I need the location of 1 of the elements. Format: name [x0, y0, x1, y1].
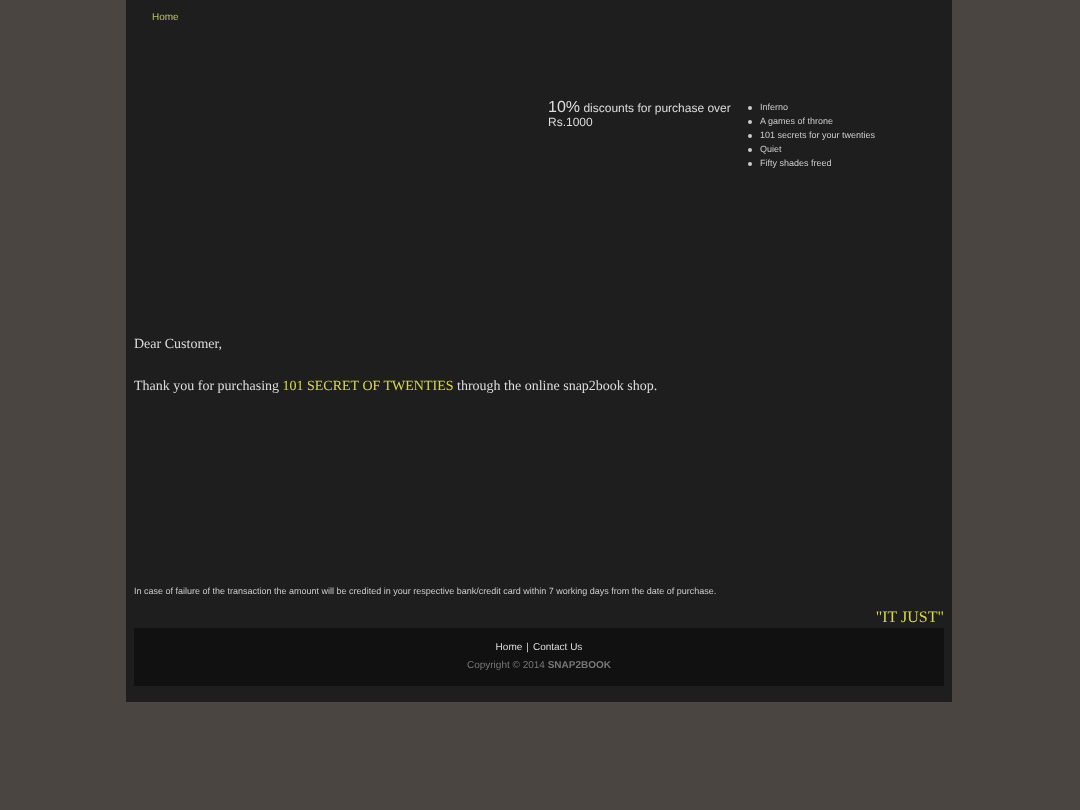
tagline-text: "IT JUST": [875, 608, 944, 628]
